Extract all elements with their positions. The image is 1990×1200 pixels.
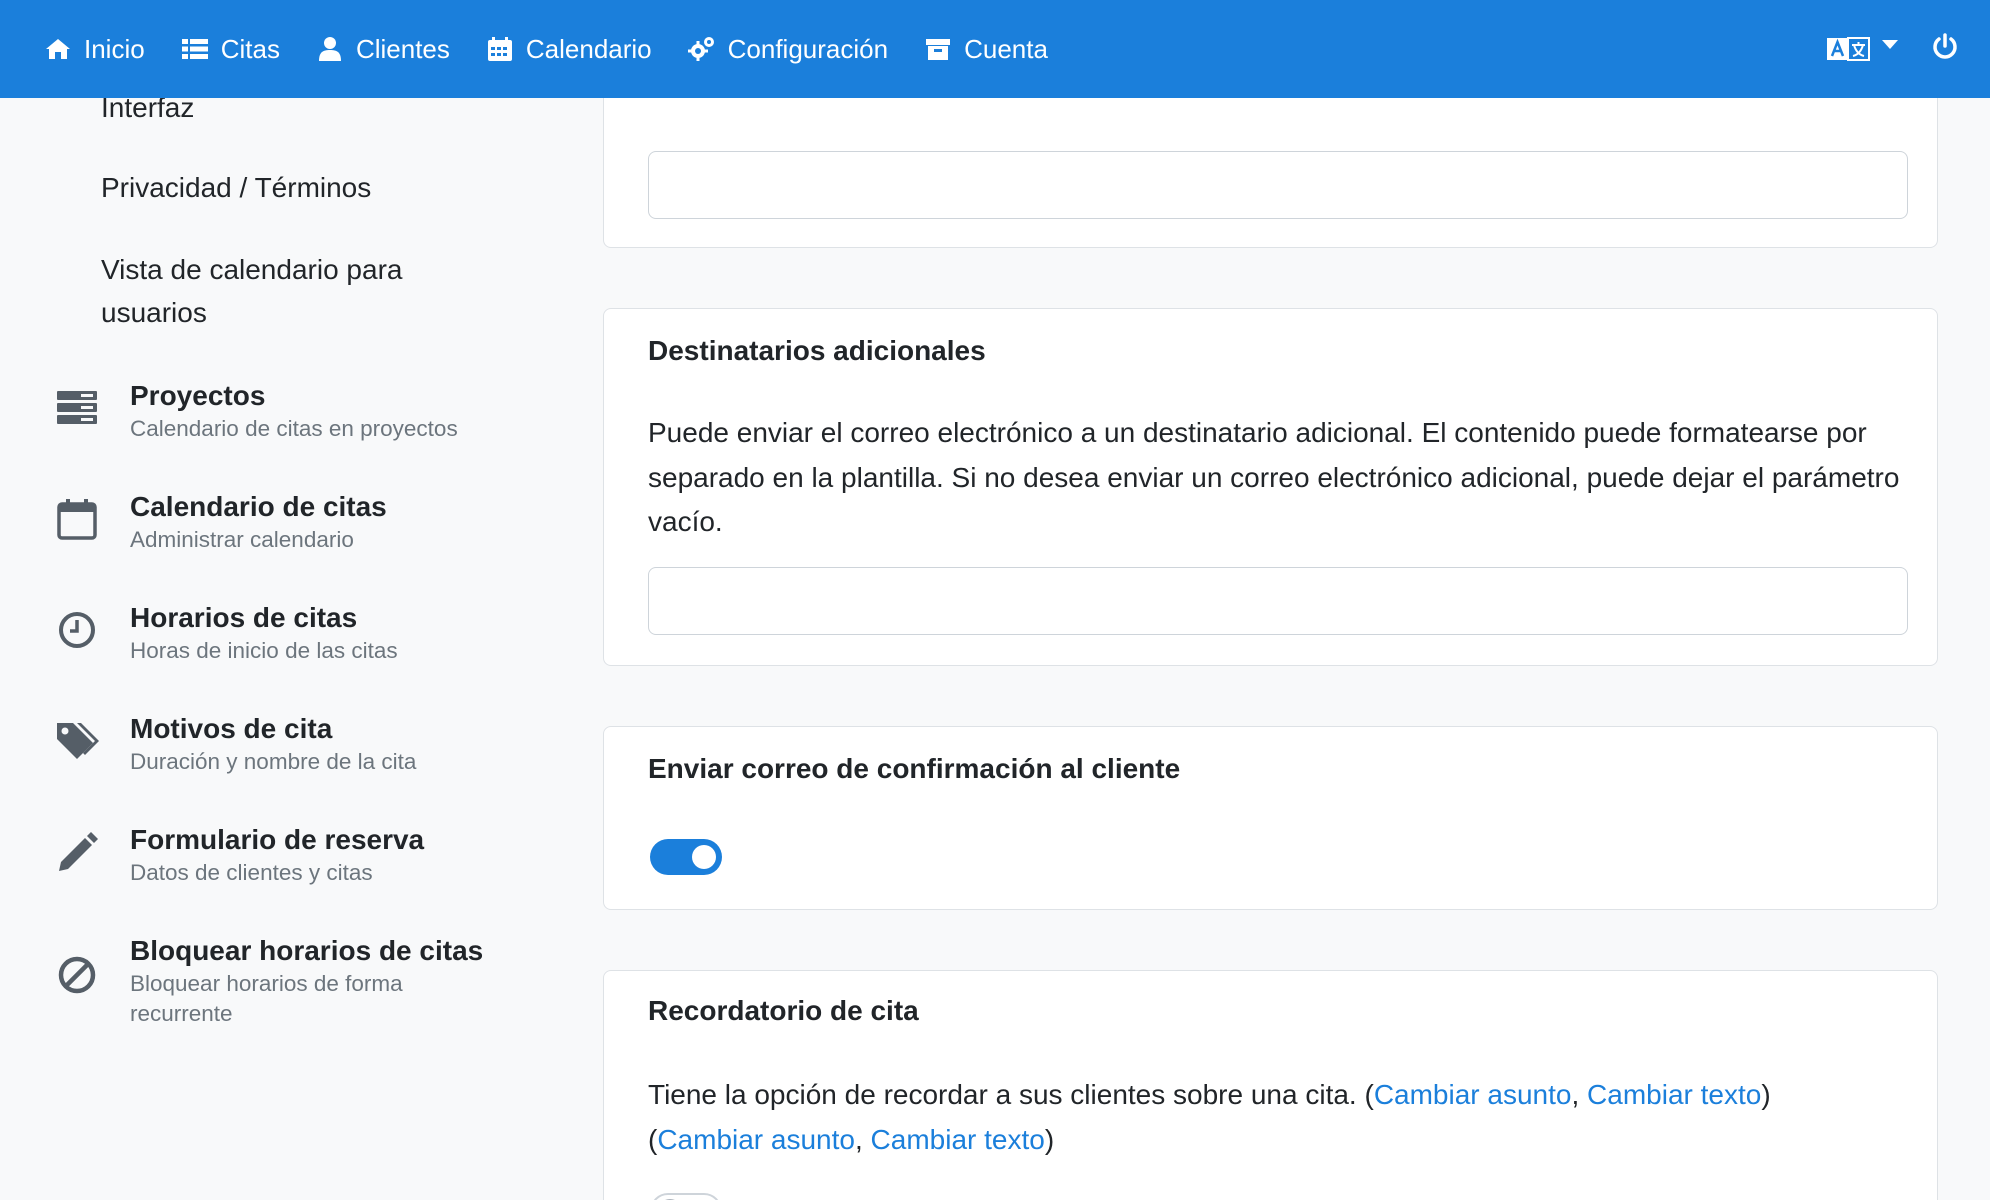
comma: , — [1571, 1079, 1580, 1110]
sidebar-item-proyectos[interactable]: Proyectos Calendario de citas en proyect… — [52, 378, 522, 444]
sidebar-item-subtitle: Duración y nombre de la cita — [130, 749, 417, 774]
nav-item-calendario[interactable]: Calendario — [486, 34, 652, 65]
paren: ( — [648, 1123, 658, 1155]
nav-item-label: Configuración — [727, 33, 889, 64]
card-title: Destinatarios adicionales — [648, 335, 986, 366]
sidebar-item-motivos[interactable]: Motivos de cita Duración y nombre de la … — [52, 711, 522, 777]
sidebar-item-title: Calendario de citas — [130, 491, 387, 522]
nav-item-configuracion[interactable]: Configuración — [687, 33, 889, 65]
pencil-icon — [52, 822, 102, 872]
ban-icon — [52, 933, 102, 994]
nav-item-label: Calendario — [525, 33, 652, 64]
paren: ) — [1044, 1123, 1055, 1155]
confirmation-toggle[interactable] — [650, 839, 722, 875]
language-dropdown[interactable] — [1826, 34, 1898, 64]
projects-icon — [52, 378, 102, 428]
clock-icon — [52, 600, 102, 650]
sidebar-item-bloquear[interactable]: Bloquear horarios de citas Bloquear hora… — [52, 933, 522, 1029]
reminder-toggle[interactable] — [650, 1193, 722, 1200]
sidebar-item-subtitle: Datos de clientes y citas — [130, 860, 373, 885]
sidebar-item-title: Formulario de reserva — [130, 824, 425, 855]
paren: ) — [1761, 1079, 1771, 1110]
change-subject-link[interactable]: Cambiar asunto — [1374, 1079, 1572, 1110]
power-icon — [1933, 32, 1957, 59]
list-icon — [181, 39, 208, 59]
archive-icon — [926, 39, 951, 60]
additional-recipient-input[interactable] — [648, 567, 1908, 635]
user-icon — [318, 37, 341, 61]
sidebar-item-subtitle: Horas de inicio de las citas — [130, 638, 398, 663]
sidebar-item-title: Proyectos — [130, 380, 266, 411]
logout-button[interactable] — [1930, 32, 1960, 67]
change-subject-link-2[interactable]: Cambiar asunto — [657, 1124, 855, 1155]
nav-item-label: Clientes — [355, 33, 450, 64]
paren: ( — [1364, 1079, 1374, 1110]
sidebar-item-title: Horarios de citas — [130, 602, 358, 633]
tags-icon — [52, 711, 102, 761]
nav-right — [1826, 0, 1990, 98]
sidebar-item-horarios[interactable]: Horarios de citas Horas de inicio de las… — [52, 600, 522, 666]
sidebar-item-subtitle: Administrar calendario — [130, 527, 354, 552]
sidebar-item-formulario[interactable]: Formulario de reserva Datos de clientes … — [52, 822, 522, 888]
card-recordatorio: Recordatorio de cita Tiene la opción de … — [603, 970, 1938, 1200]
nav-item-label: Inicio — [84, 33, 145, 64]
nav-item-citas[interactable]: Citas — [181, 34, 280, 65]
card-title: Enviar correo de confirmación al cliente — [648, 753, 1181, 784]
nav-item-cuenta[interactable]: Cuenta — [924, 34, 1048, 65]
sidebar-item-title: Motivos de cita — [130, 713, 333, 744]
home-icon — [46, 39, 70, 59]
nav-item-inicio[interactable]: Inicio — [44, 34, 145, 65]
sidebar-item-subtitle: Bloquear horarios de forma recurrente — [130, 971, 403, 1026]
sidebar-item-subtitle: Calendario de citas en proyectos — [130, 416, 458, 441]
card-destinatarios: Destinatarios adicionales Puede enviar e… — [603, 308, 1938, 666]
calendar-outline-icon — [52, 489, 102, 540]
settings-sidebar: Interfaz Privacidad / Términos Vista de … — [0, 92, 560, 1200]
language-icon — [1827, 37, 1870, 61]
main-nav: Inicio Citas Clientes Calendario Configu… — [0, 0, 1084, 98]
nav-item-clientes[interactable]: Clientes — [316, 34, 450, 65]
change-text-link-2[interactable]: Cambiar texto — [871, 1124, 1045, 1155]
nav-item-label: Cuenta — [964, 33, 1048, 64]
top-navbar: Inicio Citas Clientes Calendario Configu… — [0, 0, 1990, 98]
nav-item-label: Citas — [220, 33, 280, 64]
chevron-down-icon — [1882, 39, 1898, 49]
sidebar-item-calendario-citas[interactable]: Calendario de citas Administrar calendar… — [52, 489, 522, 555]
change-text-link[interactable]: Cambiar texto — [1587, 1079, 1761, 1110]
card-description: Puede enviar el correo electrónico a un … — [648, 417, 1900, 537]
sidebar-subitem-vista-calendario[interactable]: Vista de calendario para usuarios — [101, 248, 461, 334]
sidebar-subitem-privacidad[interactable]: Privacidad / Términos — [101, 166, 461, 209]
card-confirmacion: Enviar correo de confirmación al cliente — [603, 726, 1938, 910]
calendar-icon — [487, 37, 512, 61]
card-title: Recordatorio de cita — [648, 995, 919, 1026]
cogs-icon — [687, 37, 714, 61]
top-text-input[interactable] — [648, 151, 1908, 219]
comma: , — [854, 1123, 863, 1155]
reminder-text: Tiene la opción de recordar a sus client… — [648, 1079, 1357, 1110]
card-description: Tiene la opción de recordar a sus client… — [648, 1073, 1908, 1162]
sidebar-item-title: Bloquear horarios de citas — [130, 935, 484, 966]
